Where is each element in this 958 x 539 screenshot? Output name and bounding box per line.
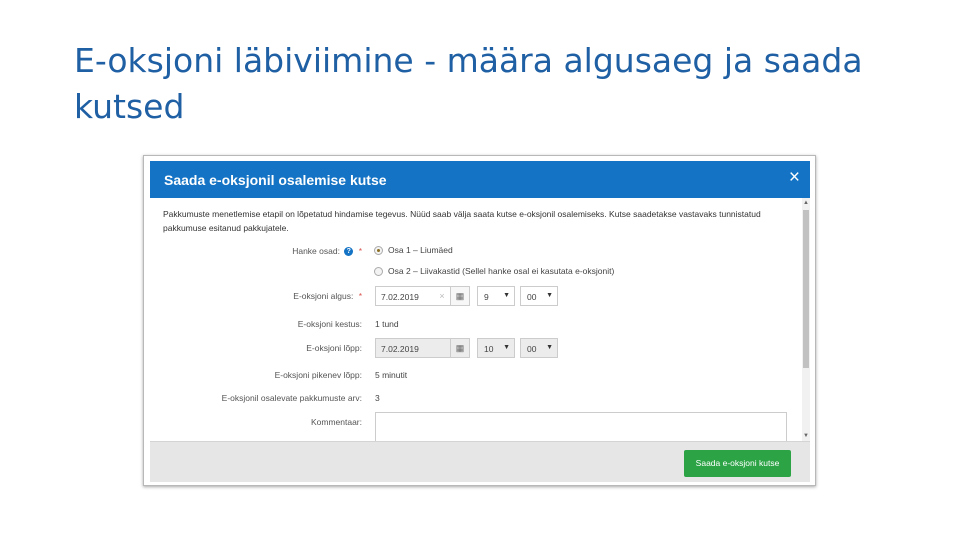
radio-unselected-icon[interactable] (374, 267, 383, 277)
scrollbar[interactable]: ▲ ▼ (802, 198, 810, 441)
bid-count-label: E-oksjonil osalevate pakkumuste arv: (221, 393, 362, 403)
start-minute-value: 00 (527, 292, 537, 302)
calendar-icon: ▦ (450, 338, 470, 358)
intro-text: Pakkumuste menetlemise etapil on lõpetat… (163, 209, 761, 233)
help-icon[interactable]: ? (344, 247, 354, 257)
end-minute-select: 00 ▼ (520, 338, 558, 358)
end-hour-value: 10 (484, 344, 494, 354)
part-option-2-label: Osa 2 – Liivakastid (Sellel hanke osal e… (388, 266, 615, 276)
send-invitation-dialog: Saada e-oksjonil osalemise kutse × Pakku… (143, 155, 816, 486)
clear-date-icon[interactable]: × (436, 286, 448, 306)
start-hour-value: 9 (484, 292, 489, 302)
part-option-1[interactable]: Osa 1 – Liumäed (374, 245, 453, 256)
part-option-2[interactable]: Osa 2 – Liivakastid (Sellel hanke osal e… (374, 266, 615, 277)
scroll-thumb[interactable] (803, 210, 809, 368)
radio-selected-icon[interactable] (374, 246, 383, 256)
comment-textarea[interactable] (375, 412, 787, 441)
dialog-title: Saada e-oksjonil osalemise kutse (164, 172, 387, 188)
scroll-down-icon[interactable]: ▼ (802, 431, 810, 441)
dialog-body: Pakkumuste menetlemise etapil on lõpetat… (150, 198, 810, 441)
procurement-parts-label: Hanke osad: ? * (150, 246, 362, 257)
required-mark: * (358, 246, 362, 256)
end-minute-value: 00 (527, 344, 537, 354)
auction-duration-value: 1 tund (375, 319, 399, 329)
chevron-down-icon: ▼ (503, 292, 510, 299)
auction-end-label: E-oksjoni lõpp: (306, 343, 362, 353)
start-minute-select[interactable]: 00 ▼ (520, 286, 558, 306)
slide-title: E-oksjoni läbiviimine - määra algusaeg j… (74, 41, 863, 126)
extended-end-label: E-oksjoni pikenev lõpp: (274, 370, 362, 380)
bid-count-value: 3 (375, 393, 380, 403)
dialog-header: Saada e-oksjonil osalemise kutse × (150, 161, 810, 198)
auction-start-label-text: E-oksjoni algus: (293, 291, 354, 301)
chevron-down-icon: ▼ (503, 344, 510, 351)
close-icon[interactable]: × (789, 168, 800, 188)
chevron-down-icon: ▼ (546, 292, 553, 299)
comment-label: Kommentaar: (310, 417, 362, 427)
auction-duration-label: E-oksjoni kestus: (297, 319, 362, 329)
start-hour-select[interactable]: 9 ▼ (477, 286, 515, 306)
send-invitation-button[interactable]: Saada e-oksjoni kutse (684, 450, 791, 477)
part-option-1-label: Osa 1 – Liumäed (388, 245, 453, 255)
dialog-footer: Saada e-oksjoni kutse (150, 441, 810, 482)
required-mark: * (358, 291, 362, 301)
extended-end-value: 5 minutit (375, 370, 408, 380)
chevron-down-icon: ▼ (546, 344, 553, 351)
calendar-icon[interactable]: ▦ (450, 286, 470, 306)
auction-start-label: E-oksjoni algus: * (150, 291, 362, 301)
procurement-parts-label-text: Hanke osad: (292, 246, 340, 256)
scroll-up-icon[interactable]: ▲ (802, 198, 810, 208)
end-hour-select: 10 ▼ (477, 338, 515, 358)
